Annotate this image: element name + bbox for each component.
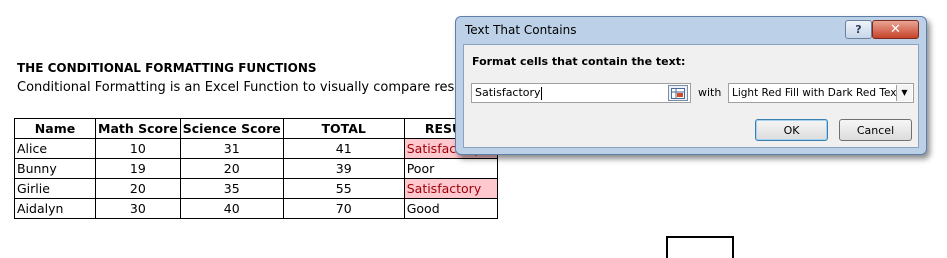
- cell-total[interactable]: 39: [282, 158, 405, 179]
- cell-name[interactable]: Aidalyn: [14, 198, 96, 219]
- cell-total[interactable]: 70: [282, 198, 405, 219]
- close-button[interactable]: ✕: [872, 20, 919, 39]
- table-header-row: Name Math Score Science Score TOTAL RESU…: [14, 118, 498, 139]
- cancel-button[interactable]: Cancel: [839, 119, 912, 141]
- contains-text-input[interactable]: Satisfactory: [471, 83, 691, 103]
- table-row: Alice 10 31 41 Satisfactory: [14, 138, 498, 159]
- scores-table: Name Math Score Science Score TOTAL RESU…: [14, 118, 498, 219]
- cell-math[interactable]: 20: [95, 178, 181, 199]
- text-that-contains-dialog: Text That Contains ? ✕ Format cells that…: [455, 16, 927, 155]
- cell-result[interactable]: Good: [403, 198, 498, 219]
- table-row: Bunny 19 20 39 Poor: [14, 158, 498, 179]
- format-style-value: Light Red Fill with Dark Red Text: [732, 87, 901, 99]
- cell-science[interactable]: 31: [179, 138, 284, 159]
- cell-reference-icon[interactable]: [668, 85, 688, 101]
- cell-science[interactable]: 40: [179, 198, 284, 219]
- dialog-prompt: Format cells that contain the text:: [472, 55, 686, 68]
- header-name[interactable]: Name: [14, 118, 96, 139]
- table-row: Girlie 20 35 55 Satisfactory: [14, 178, 498, 199]
- cell-math[interactable]: 19: [95, 158, 181, 179]
- chevron-down-icon[interactable]: ▼: [896, 85, 912, 101]
- table-row: Aidalyn 30 40 70 Good: [14, 198, 498, 219]
- cell-name[interactable]: Bunny: [14, 158, 96, 179]
- dialog-body: Format cells that contain the text: Sati…: [463, 44, 919, 148]
- shape-outline[interactable]: [666, 236, 734, 258]
- help-button[interactable]: ?: [845, 20, 872, 39]
- cell-name[interactable]: Girlie: [14, 178, 96, 199]
- input-value: Satisfactory: [475, 86, 541, 99]
- header-science-score[interactable]: Science Score: [179, 118, 284, 139]
- cell-math[interactable]: 10: [95, 138, 181, 159]
- dialog-title: Text That Contains: [465, 23, 577, 37]
- ok-button[interactable]: OK: [755, 119, 828, 141]
- cell-science[interactable]: 20: [179, 158, 284, 179]
- sheet-description: Conditional Formatting is an Excel Funct…: [17, 80, 491, 95]
- text-caret: [540, 86, 542, 100]
- with-label: with: [698, 86, 722, 99]
- cell-result[interactable]: Poor: [403, 158, 498, 179]
- cell-total[interactable]: 55: [282, 178, 405, 199]
- header-total[interactable]: TOTAL: [282, 118, 405, 139]
- cell-math[interactable]: 30: [95, 198, 181, 219]
- cell-science[interactable]: 35: [179, 178, 284, 199]
- format-style-select[interactable]: Light Red Fill with Dark Red Text ▼: [728, 83, 914, 103]
- cell-result[interactable]: Satisfactory: [403, 178, 498, 199]
- header-math-score[interactable]: Math Score: [95, 118, 181, 139]
- cell-total[interactable]: 41: [282, 138, 405, 159]
- cell-name[interactable]: Alice: [14, 138, 96, 159]
- sheet-title: THE CONDITIONAL FORMATTING FUNCTIONS: [17, 61, 317, 75]
